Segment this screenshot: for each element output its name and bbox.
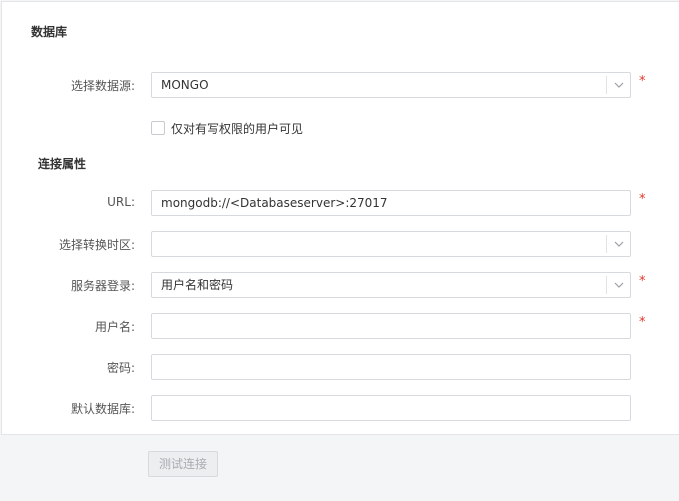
timezone-label: 选择转换时区: xyxy=(58,238,135,252)
section-title-connection: 连接属性 xyxy=(38,157,87,171)
datasource-select[interactable]: MONGO xyxy=(151,72,631,98)
required-asterisk: * xyxy=(639,315,646,330)
server-login-label: 服务器登录: xyxy=(70,279,135,293)
test-connection-button[interactable]: 测试连接 xyxy=(148,451,218,477)
url-label: URL: xyxy=(107,195,135,209)
visibility-checkbox-label[interactable]: 仅对有写权限的用户可见 xyxy=(171,120,303,137)
chevron-down-icon[interactable] xyxy=(606,235,630,253)
required-asterisk: * xyxy=(639,274,646,289)
default-db-label: 默认数据库: xyxy=(70,402,135,416)
url-value: mongodb://<Databaseserver>:27017 xyxy=(161,196,388,210)
username-input[interactable] xyxy=(151,313,631,339)
url-input[interactable]: mongodb://<Databaseserver>:27017 xyxy=(151,190,631,216)
datasource-value: MONGO xyxy=(161,78,209,92)
username-label: 用户名: xyxy=(94,320,135,334)
password-input[interactable] xyxy=(151,354,631,380)
datasource-label: 选择数据源: xyxy=(70,79,135,93)
section-title-database: 数据库 xyxy=(31,25,68,39)
chevron-down-icon[interactable] xyxy=(606,276,630,294)
password-label: 密码: xyxy=(106,361,135,375)
chevron-down-icon[interactable] xyxy=(606,76,630,94)
visibility-checkbox[interactable] xyxy=(151,121,165,135)
default-db-input[interactable] xyxy=(151,395,631,421)
timezone-select[interactable] xyxy=(151,231,631,257)
database-panel: 数据库 选择数据源: MONGO * 仅对有写权限的用户可见 连接属性 URL:… xyxy=(1,1,679,435)
server-login-select[interactable]: 用户名和密码 xyxy=(151,272,631,298)
server-login-value: 用户名和密码 xyxy=(161,278,234,292)
required-asterisk: * xyxy=(639,192,646,207)
required-asterisk: * xyxy=(639,74,646,89)
